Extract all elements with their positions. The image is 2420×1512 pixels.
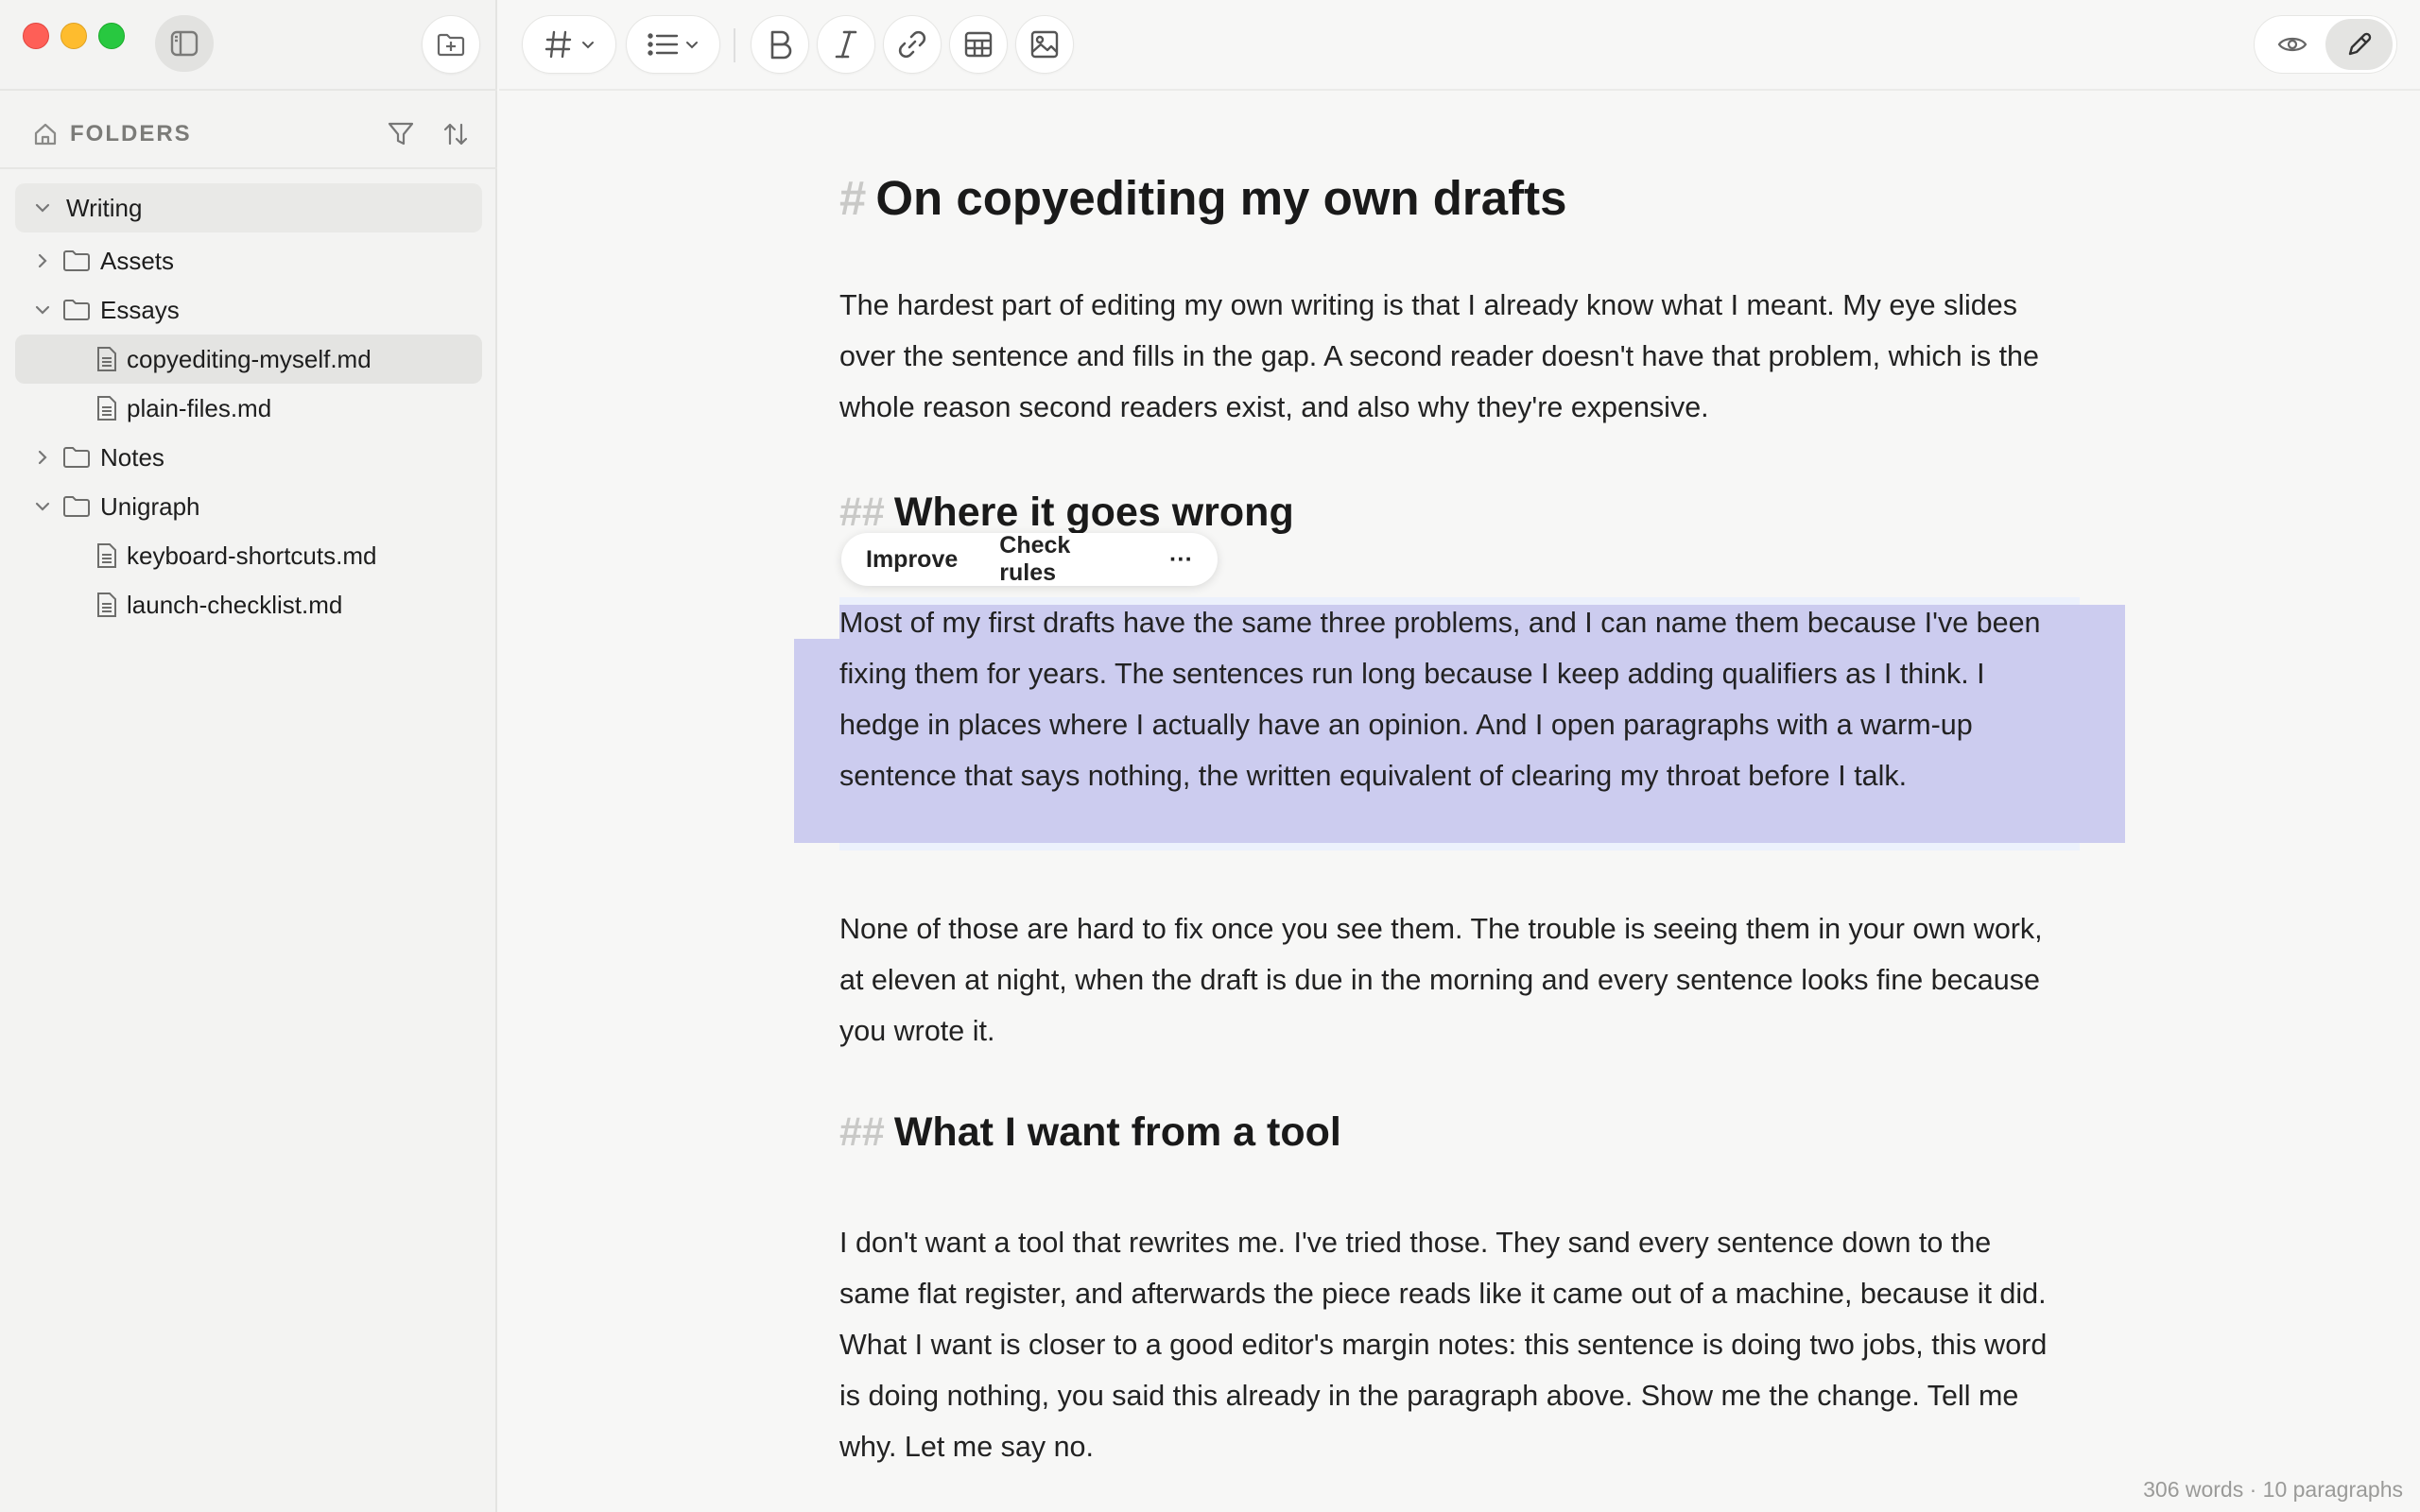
document-title: # On copyediting my own drafts <box>839 170 1566 226</box>
close-window-button[interactable] <box>23 23 49 49</box>
chevron-down-icon[interactable] <box>32 496 53 517</box>
paragraph: None of those are hard to fix once you s… <box>839 913 2043 1047</box>
sidebar-actions <box>384 117 473 151</box>
folder-icon <box>62 494 91 519</box>
sort-button[interactable] <box>439 117 473 151</box>
link-icon <box>898 30 926 59</box>
heading-text: What I want from a tool <box>893 1109 1341 1155</box>
bold-icon <box>770 30 792 60</box>
table-icon <box>964 31 993 58</box>
view-mode-toggle <box>2254 15 2397 74</box>
more-options-button[interactable]: ··· <box>1169 546 1193 574</box>
improve-button[interactable]: Improve <box>866 546 958 574</box>
selection-action-popup: Improve Check rules ··· <box>841 532 1218 587</box>
folders-label: FOLDERS <box>70 121 192 146</box>
tree-item-essays[interactable]: Essays <box>15 285 482 335</box>
preview-mode-button[interactable] <box>2258 19 2325 70</box>
folder-icon <box>62 298 91 322</box>
window-controls <box>23 23 125 49</box>
heading-marker: ## <box>839 490 885 535</box>
tree-item-label: launch-checklist.md <box>127 590 343 619</box>
section-heading: ## What I want from a tool <box>839 1109 1341 1156</box>
chevron-down-icon <box>582 42 594 49</box>
zoom-window-button[interactable] <box>98 23 125 49</box>
tree-item-notes[interactable]: Notes <box>15 433 482 482</box>
sidebar: FOLDERS Writing Assets Essays copyeditin… <box>0 0 497 1512</box>
section-heading: ## Where it goes wrong <box>839 490 1294 536</box>
tree-item-label: Assets <box>100 246 175 275</box>
tree-item-launch-checklist[interactable]: launch-checklist.md <box>15 580 482 629</box>
eye-icon <box>2277 37 2307 52</box>
new-folder-button[interactable] <box>422 15 480 74</box>
paragraph-selected: Most of my first drafts have the same th… <box>839 607 2041 792</box>
tree-item-label: Writing <box>66 193 143 222</box>
folder-plus-icon <box>437 33 465 57</box>
image-button[interactable] <box>1015 15 1074 74</box>
heading-text: On copyediting my own drafts <box>875 171 1567 225</box>
heading-dropdown-button[interactable] <box>522 15 616 74</box>
tree-item-unigraph[interactable]: Unigraph <box>15 482 482 531</box>
list-dropdown-button[interactable] <box>626 15 720 74</box>
edit-mode-button[interactable] <box>2325 19 2393 70</box>
list-icon <box>648 33 679 56</box>
divider <box>0 167 497 169</box>
pencil-icon <box>2348 32 2371 56</box>
toolbar-divider <box>499 89 2420 91</box>
sort-icon <box>443 123 468 146</box>
tree-item-label: Unigraph <box>100 491 200 521</box>
paragraph: The hardest part of editing my own writi… <box>839 289 2039 423</box>
document-icon <box>95 592 119 618</box>
word-count-status: 306 words · 10 paragraphs <box>2143 1477 2403 1502</box>
tree-item-label: keyboard-shortcuts.md <box>127 541 377 570</box>
minimize-window-button[interactable] <box>60 23 87 49</box>
folder-icon <box>62 249 91 273</box>
filter-icon <box>388 122 414 146</box>
home-icon <box>34 123 57 146</box>
toolbar-separator <box>734 28 735 62</box>
heading-marker: # <box>839 171 867 225</box>
selection-highlight-end <box>794 809 896 843</box>
tree-item-label: Essays <box>100 295 180 324</box>
heading-text: Where it goes wrong <box>893 490 1294 535</box>
paragraph: I don't want a tool that rewrites me. I'… <box>839 1227 2048 1463</box>
chevron-down-icon[interactable] <box>32 300 53 320</box>
table-button[interactable] <box>949 15 1008 74</box>
heading-marker: ## <box>839 1109 885 1155</box>
chevron-down-icon <box>686 42 698 49</box>
chevron-right-icon[interactable] <box>32 250 53 271</box>
link-button[interactable] <box>883 15 942 74</box>
tree-item-keyboard-shortcuts[interactable]: keyboard-shortcuts.md <box>15 531 482 580</box>
tree-item-plain-files[interactable]: plain-files.md <box>15 384 482 433</box>
sidebar-icon <box>170 30 199 57</box>
document-icon <box>95 542 119 569</box>
chevron-right-icon[interactable] <box>32 447 53 468</box>
image-icon <box>1030 30 1059 59</box>
tree-item-copyediting-myself[interactable]: copyediting-myself.md <box>15 335 482 384</box>
filter-button[interactable] <box>384 117 418 151</box>
divider <box>0 89 497 91</box>
tree-item-writing[interactable]: Writing <box>15 183 482 232</box>
check-rules-button[interactable]: Check rules <box>999 532 1128 587</box>
italic-icon <box>835 30 857 59</box>
folders-header: FOLDERS <box>32 115 192 153</box>
heading-icon <box>544 30 572 59</box>
chevron-down-icon[interactable] <box>32 198 53 218</box>
tree-item-label: Notes <box>100 442 164 472</box>
folder-tree: Writing Assets Essays copyediting-myself… <box>15 183 482 629</box>
bold-button[interactable] <box>751 15 809 74</box>
toggle-sidebar-button[interactable] <box>155 15 214 72</box>
document-icon <box>95 346 119 372</box>
folder-icon <box>62 445 91 470</box>
tree-item-label: plain-files.md <box>127 393 272 422</box>
tree-item-label: copyediting-myself.md <box>127 344 372 373</box>
app-window: FOLDERS Writing Assets Essays copyeditin… <box>0 0 2420 1512</box>
document-icon <box>95 395 119 421</box>
tree-item-assets[interactable]: Assets <box>15 236 482 285</box>
italic-button[interactable] <box>817 15 875 74</box>
